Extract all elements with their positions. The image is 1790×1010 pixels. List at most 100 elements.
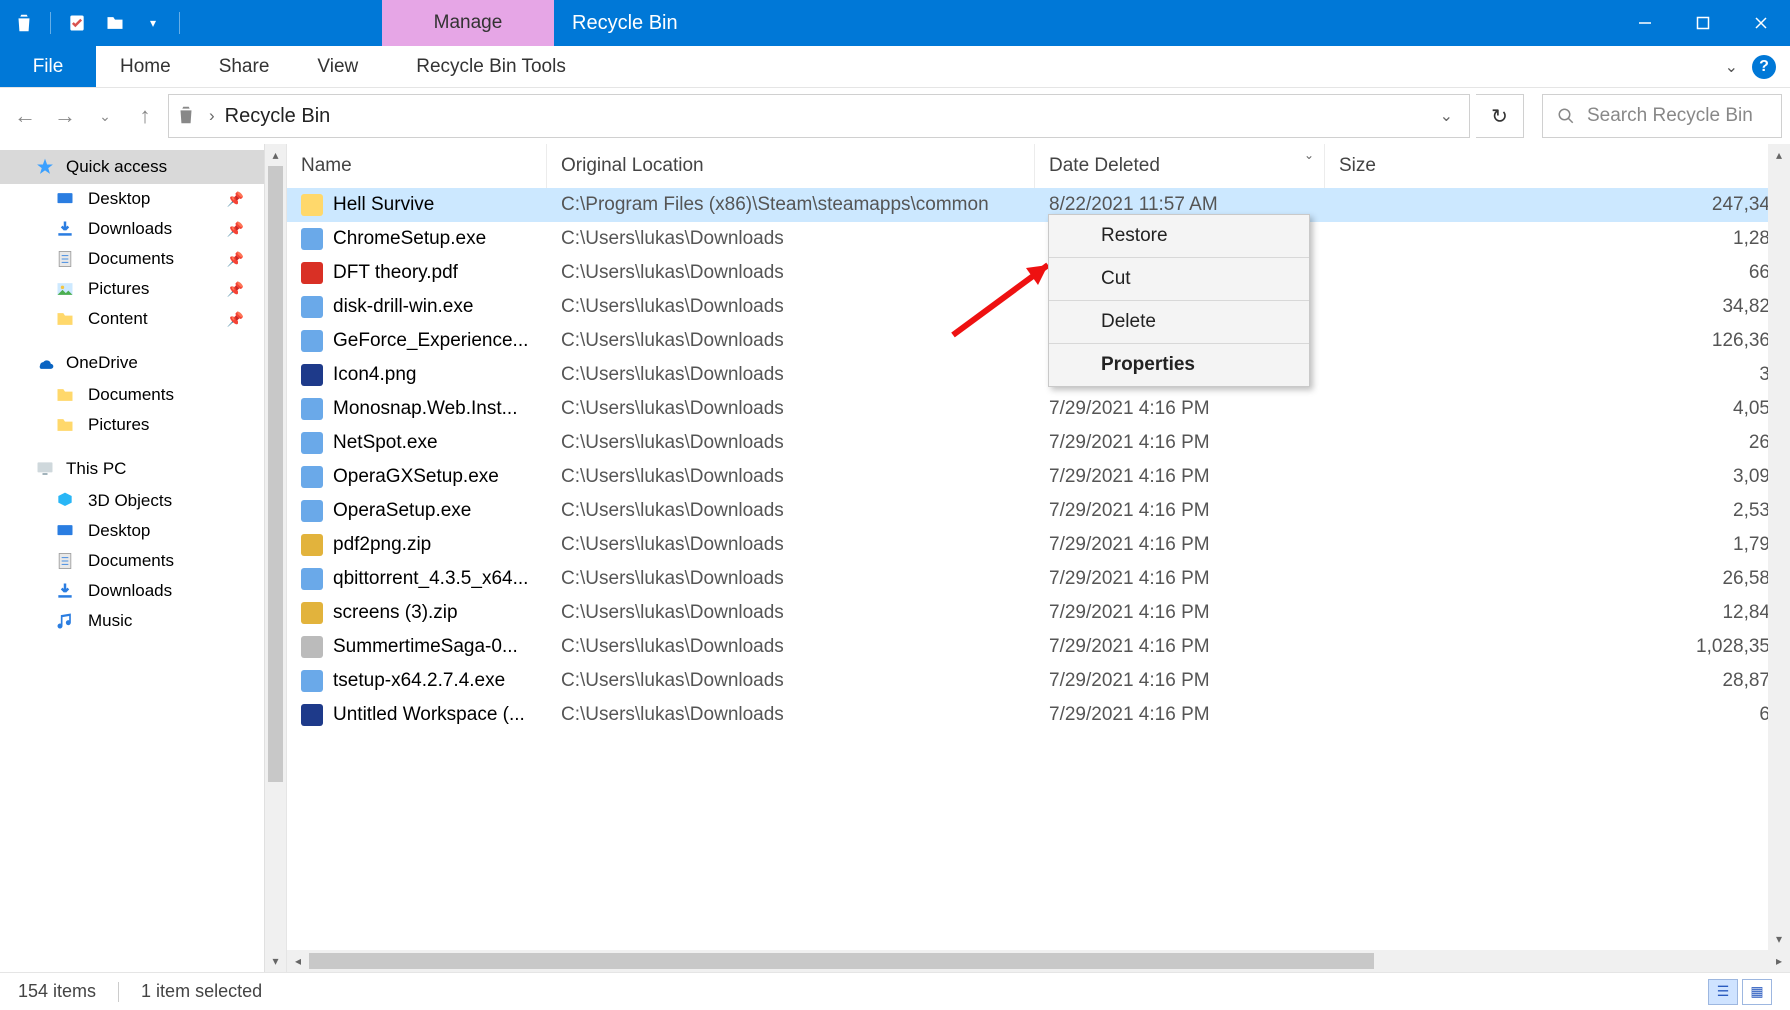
file-row[interactable]: SummertimeSaga-0... C:\Users\lukas\Downl… (287, 630, 1790, 664)
horizontal-scrollbar[interactable]: ◂ ▸ (287, 950, 1790, 972)
ribbon-file[interactable]: File (0, 46, 96, 87)
search-box[interactable]: Search Recycle Bin (1542, 94, 1782, 138)
tree-pc-3[interactable]: Downloads (0, 576, 264, 606)
tree-qa-2[interactable]: Documents 📌 (0, 244, 264, 274)
context-restore[interactable]: Restore (1049, 215, 1309, 258)
new-folder-icon[interactable] (103, 11, 127, 35)
ribbon-tab-view[interactable]: View (293, 46, 382, 87)
file-name: Icon4.png (333, 364, 416, 386)
file-date: 7/29/2021 4:16 PM (1035, 500, 1325, 522)
ribbon-tab-share[interactable]: Share (195, 46, 294, 87)
tree-label: Downloads (88, 219, 172, 239)
file-row[interactable]: Untitled Workspace (... C:\Users\lukas\D… (287, 698, 1790, 732)
minimize-button[interactable] (1616, 0, 1674, 46)
file-size: 26,58 (1325, 568, 1790, 590)
file-location: C:\Users\lukas\Downloads (547, 704, 1035, 726)
tree-label: 3D Objects (88, 491, 172, 511)
ribbon-collapse-icon[interactable]: ⌄ (1725, 57, 1738, 77)
file-row[interactable]: screens (3).zip C:\Users\lukas\Downloads… (287, 596, 1790, 630)
contextual-tab-header: Manage (382, 0, 554, 46)
nav-up-button[interactable]: ↑ (128, 99, 162, 133)
file-row[interactable]: pdf2png.zip C:\Users\lukas\Downloads 7/2… (287, 528, 1790, 562)
status-bar: 154 items 1 item selected ☰ ▦ (0, 972, 1790, 1010)
nav-forward-button[interactable]: → (48, 99, 82, 133)
file-row[interactable]: Hell Survive C:\Program Files (x86)\Stea… (287, 188, 1790, 222)
customize-qat-icon[interactable]: ▾ (141, 11, 165, 35)
tree-label: Content (88, 309, 148, 329)
nav-back-button[interactable]: ← (8, 99, 42, 133)
tree-quick-access[interactable]: Quick access (0, 150, 264, 184)
scroll-right-icon[interactable]: ▸ (1768, 954, 1790, 968)
column-original-location[interactable]: Original Location (547, 144, 1035, 188)
breadcrumb-location[interactable]: Recycle Bin (225, 105, 331, 128)
exe-icon (301, 432, 323, 454)
tree-od-1[interactable]: Pictures (0, 410, 264, 440)
file-name: Untitled Workspace (... (333, 704, 525, 726)
file-name: tsetup-x64.2.7.4.exe (333, 670, 505, 692)
tree-pc-1[interactable]: Desktop (0, 516, 264, 546)
scroll-thumb[interactable] (268, 166, 283, 782)
qat-separator (179, 12, 180, 34)
file-row[interactable]: qbittorrent_4.3.5_x64... C:\Users\lukas\… (287, 562, 1790, 596)
view-thumbnails-button[interactable]: ▦ (1742, 979, 1772, 1005)
exe-icon (301, 296, 323, 318)
file-date: 7/29/2021 4:16 PM (1035, 432, 1325, 454)
maximize-button[interactable] (1674, 0, 1732, 46)
tree-od-0[interactable]: Documents (0, 380, 264, 410)
search-placeholder: Search Recycle Bin (1587, 105, 1753, 127)
ribbon-tab-home[interactable]: Home (96, 46, 195, 87)
file-date: 7/29/2021 4:16 PM (1035, 568, 1325, 590)
tree-qa-4[interactable]: Content📌 (0, 304, 264, 334)
address-history-icon[interactable]: ⌄ (1430, 106, 1463, 126)
tree-qa-1[interactable]: Downloads📌 (0, 214, 264, 244)
tree-label: This PC (66, 459, 126, 479)
tree-pc-4[interactable]: Music (0, 606, 264, 636)
view-details-button[interactable]: ☰ (1708, 979, 1738, 1005)
column-size[interactable]: Size (1325, 144, 1790, 188)
scroll-up-icon[interactable]: ▴ (1768, 144, 1790, 166)
ribbon-tab-recycle-bin-tools[interactable]: Recycle Bin Tools (392, 46, 590, 87)
help-icon[interactable]: ? (1752, 55, 1776, 79)
tree-label: Desktop (88, 521, 150, 541)
file-size: 1,79 (1325, 534, 1790, 556)
file-size: 2,53 (1325, 500, 1790, 522)
file-name: SummertimeSaga-0... (333, 636, 518, 658)
vertical-scrollbar[interactable]: ▴ ▾ (1768, 144, 1790, 950)
file-row[interactable]: OperaGXSetup.exe C:\Users\lukas\Download… (287, 460, 1790, 494)
context-cut[interactable]: Cut (1049, 258, 1309, 301)
nav-recent-dropdown[interactable]: ⌄ (88, 99, 122, 133)
file-name: OperaSetup.exe (333, 500, 471, 522)
scroll-down-icon[interactable]: ▾ (1768, 928, 1790, 950)
tree-qa-0[interactable]: Desktop📌 (0, 184, 264, 214)
scroll-down-icon[interactable]: ▾ (265, 950, 286, 972)
file-row[interactable]: Icon4.png C:\Users\lukas\Downloads 3 (287, 358, 1790, 392)
file-row[interactable]: tsetup-x64.2.7.4.exe C:\Users\lukas\Down… (287, 664, 1790, 698)
scroll-up-icon[interactable]: ▴ (265, 144, 286, 166)
scroll-left-icon[interactable]: ◂ (287, 954, 309, 968)
tree-this-pc[interactable]: This PC (0, 452, 264, 486)
nav-scrollbar[interactable]: ▴ ▾ (264, 144, 286, 972)
pin-icon: 📌 (227, 251, 244, 268)
column-date-deleted[interactable]: Date Deleted⌄ (1035, 144, 1325, 188)
navigation-row: ← → ⌄ ↑ › Recycle Bin ⌄ ↻ Search Recycle… (0, 88, 1790, 144)
file-row[interactable]: Monosnap.Web.Inst... C:\Users\lukas\Down… (287, 392, 1790, 426)
tree-qa-3[interactable]: Pictures📌 (0, 274, 264, 304)
scroll-thumb[interactable] (309, 953, 1374, 969)
properties-icon[interactable] (65, 11, 89, 35)
context-properties[interactable]: Properties (1049, 344, 1309, 386)
file-row[interactable]: NetSpot.exe C:\Users\lukas\Downloads 7/2… (287, 426, 1790, 460)
tree-label: Documents (88, 249, 174, 269)
column-name[interactable]: Name (287, 144, 547, 188)
address-bar[interactable]: › Recycle Bin ⌄ (168, 94, 1470, 138)
sort-indicator-icon: ⌄ (1304, 148, 1314, 162)
file-row[interactable]: OperaSetup.exe C:\Users\lukas\Downloads … (287, 494, 1790, 528)
close-button[interactable] (1732, 0, 1790, 46)
folder-icon (301, 194, 323, 216)
tree-onedrive[interactable]: OneDrive (0, 346, 264, 380)
exe-icon (301, 670, 323, 692)
tree-pc-0[interactable]: 3D Objects (0, 486, 264, 516)
context-delete[interactable]: Delete (1049, 301, 1309, 344)
tree-pc-2[interactable]: Documents (0, 546, 264, 576)
ribbon: File Home Share View Recycle Bin Tools ⌄… (0, 46, 1790, 88)
refresh-button[interactable]: ↻ (1476, 94, 1524, 138)
